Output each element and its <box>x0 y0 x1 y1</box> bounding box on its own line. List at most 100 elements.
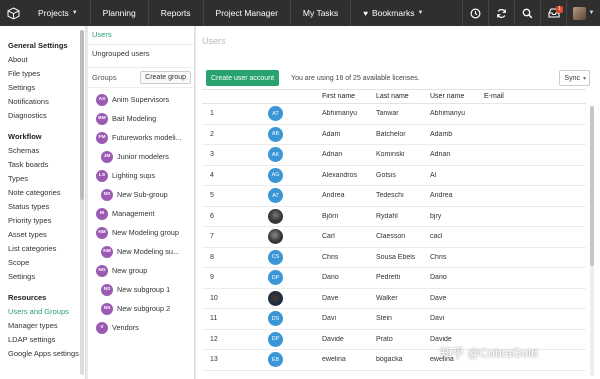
group-item[interactable]: V Vendors <box>88 318 194 337</box>
sidebar-item-task-boards[interactable]: Task boards <box>0 158 85 172</box>
top-navigation-bar: Projects ▼ Planning Reports Project Manager M… <box>0 0 600 26</box>
sidebar-item-settings[interactable]: Settings <box>0 81 85 95</box>
sidebar-item-users-and-groups[interactable]: Users and Groups <box>0 305 85 319</box>
clock-icon[interactable] <box>462 0 488 26</box>
first-name-cell: Carl <box>322 233 335 241</box>
group-avatar: NS <box>101 188 113 201</box>
logo-icon[interactable] <box>0 0 26 26</box>
group-item[interactable]: NS New subgroup 2 <box>88 299 194 318</box>
sidebar-item-manager-types[interactable]: Manager types <box>0 319 85 333</box>
avatar: AB <box>268 126 283 142</box>
group-name: Management <box>112 209 155 218</box>
group-item[interactable]: FM Futureworks modeli... <box>88 128 194 147</box>
table-row[interactable]: 7 Carl Claesson cacl <box>202 227 586 248</box>
avatar-cell: EB <box>268 352 322 368</box>
table-row[interactable]: 4 AG Alexandros Gotsis Al <box>202 166 586 186</box>
avatar: DP <box>268 331 283 347</box>
inbox-icon[interactable]: 1 <box>540 0 566 26</box>
column-header-email[interactable]: E-mail <box>484 93 586 100</box>
nav-item-planning[interactable]: Planning <box>91 0 149 26</box>
group-item[interactable]: NS New Sub-group <box>88 185 194 204</box>
nav-item-project-manager[interactable]: Project Manager <box>204 0 291 26</box>
group-name: Bait Modeling <box>112 114 157 123</box>
first-name-cell: ewelina <box>322 356 346 364</box>
sidebar-item-settings[interactable]: Settings <box>0 270 85 284</box>
avatar-cell: CS <box>268 249 322 265</box>
table-row[interactable]: 9 DP Dario Pedretti Dario <box>202 268 586 289</box>
group-item[interactable]: LS Lighting sups <box>88 166 194 185</box>
nav-item-label: Reports <box>160 8 191 18</box>
table-row[interactable]: 5 AT Andrea Tedeschi Andrea <box>202 186 586 207</box>
user-name-cell: Davi <box>430 315 445 323</box>
group-avatar: LS <box>96 169 108 182</box>
sidebar-item-google-apps-settings[interactable]: Google Apps settings <box>0 347 85 361</box>
table-row[interactable]: 6 Björn Rydahl bjry <box>202 207 586 227</box>
table-row[interactable]: 10 Dave Walker Dave <box>202 289 586 309</box>
sidebar-item-file-types[interactable]: File types <box>0 67 85 81</box>
group-avatar: V <box>96 321 108 334</box>
nav-item-bookmarks[interactable]: ♥ Bookmarks ▼ <box>351 0 435 26</box>
sync-icon[interactable] <box>488 0 514 26</box>
group-item[interactable]: NM New Modeling su... <box>88 242 194 261</box>
group-item[interactable]: NS New subgroup 1 <box>88 280 194 299</box>
column-header-first-name[interactable]: First name <box>322 93 376 100</box>
avatar: AT <box>268 188 283 204</box>
table-scrollbar-thumb[interactable] <box>590 106 594 266</box>
chevron-down-icon: ▾ <box>582 75 586 82</box>
row-number: 11 <box>210 315 218 323</box>
column-header-last-name[interactable]: Last name <box>376 93 430 100</box>
avatar-cell: DS <box>268 311 322 327</box>
group-item[interactable]: M Management <box>88 204 194 223</box>
nav-item-label: Projects <box>38 8 69 18</box>
search-icon[interactable] <box>514 0 540 26</box>
last-name-cell: Gotsis <box>376 171 396 179</box>
sidebar-item-status-types[interactable]: Status types <box>0 200 85 214</box>
sidebar-item-types[interactable]: Types <box>0 172 85 186</box>
group-item[interactable]: BM Bait Modeling <box>88 109 194 128</box>
group-item[interactable]: JM Junior modelers <box>88 147 194 166</box>
avatar-cell: AT <box>268 188 322 204</box>
first-name-cell: Björn <box>322 212 339 220</box>
sidebar-item-schemas[interactable]: Schemas <box>0 144 85 158</box>
users-link[interactable]: Users <box>88 26 194 44</box>
create-group-button[interactable]: Create group <box>140 71 191 84</box>
table-row[interactable]: 2 AB Adam Batchelor Adamb <box>202 125 586 145</box>
sidebar-section-title: Resources <box>8 293 47 302</box>
groups-panel: Users Ungrouped users Groups Create grou… <box>88 26 195 379</box>
first-name-cell: Adrian <box>322 151 343 159</box>
table-row[interactable]: 3 AK Adrian Kominski Adrian <box>202 145 586 166</box>
group-item[interactable]: NG New group <box>88 261 194 280</box>
group-item[interactable]: AS Anim Supervisors <box>88 90 194 109</box>
sidebar-item-about[interactable]: About <box>0 53 85 67</box>
sidebar-item-list-categories[interactable]: List categories <box>0 242 85 256</box>
create-user-account-button[interactable]: Create user account <box>206 70 280 86</box>
settings-sidebar: General Settings About File types Settings N… <box>0 26 86 379</box>
column-header-user-name[interactable]: User name <box>430 93 484 100</box>
table-row[interactable]: 1 AT Abhimanyu Tanwar Abhimanyu <box>202 104 586 125</box>
nav-item-reports[interactable]: Reports <box>149 0 204 26</box>
sidebar-item-diagnostics[interactable]: Diagnostics <box>0 109 85 123</box>
user-name-cell: Abhimanyu <box>430 110 466 118</box>
sidebar-scrollbar-thumb[interactable] <box>80 30 84 200</box>
sidebar-item-priority-types[interactable]: Priority types <box>0 214 85 228</box>
nav-item-projects[interactable]: Projects ▼ <box>26 0 91 26</box>
sidebar-item-scope[interactable]: Scope <box>0 256 85 270</box>
sidebar-item-note-categories[interactable]: Note categories <box>0 186 85 200</box>
nav-item-my-tasks[interactable]: My Tasks <box>291 0 352 26</box>
last-name-cell: Tanwar <box>376 110 399 118</box>
sidebar-item-asset-types[interactable]: Asset types <box>0 228 85 242</box>
user-name-cell: Adrian <box>430 151 451 159</box>
ungrouped-users-link[interactable]: Ungrouped users <box>88 44 194 62</box>
table-row[interactable]: 8 CS Chris Sousa Ebels Chris <box>202 248 586 268</box>
sidebar-item-ldap-settings[interactable]: LDAP settings <box>0 333 85 347</box>
group-avatar: AS <box>96 93 108 106</box>
users-main-panel: Users Create user account You are using … <box>196 26 600 379</box>
user-name-cell: Dave <box>430 294 447 302</box>
user-menu[interactable]: ▼ <box>566 0 600 26</box>
group-item[interactable]: NM New Modeling group <box>88 223 194 242</box>
sync-dropdown[interactable]: Sync ▾ <box>559 70 590 86</box>
row-number: 9 <box>210 274 214 282</box>
sidebar-item-notifications[interactable]: Notifications <box>0 95 85 109</box>
table-row[interactable]: 11 DS Davi Stein Davi <box>202 309 586 330</box>
row-number: 6 <box>210 212 214 220</box>
